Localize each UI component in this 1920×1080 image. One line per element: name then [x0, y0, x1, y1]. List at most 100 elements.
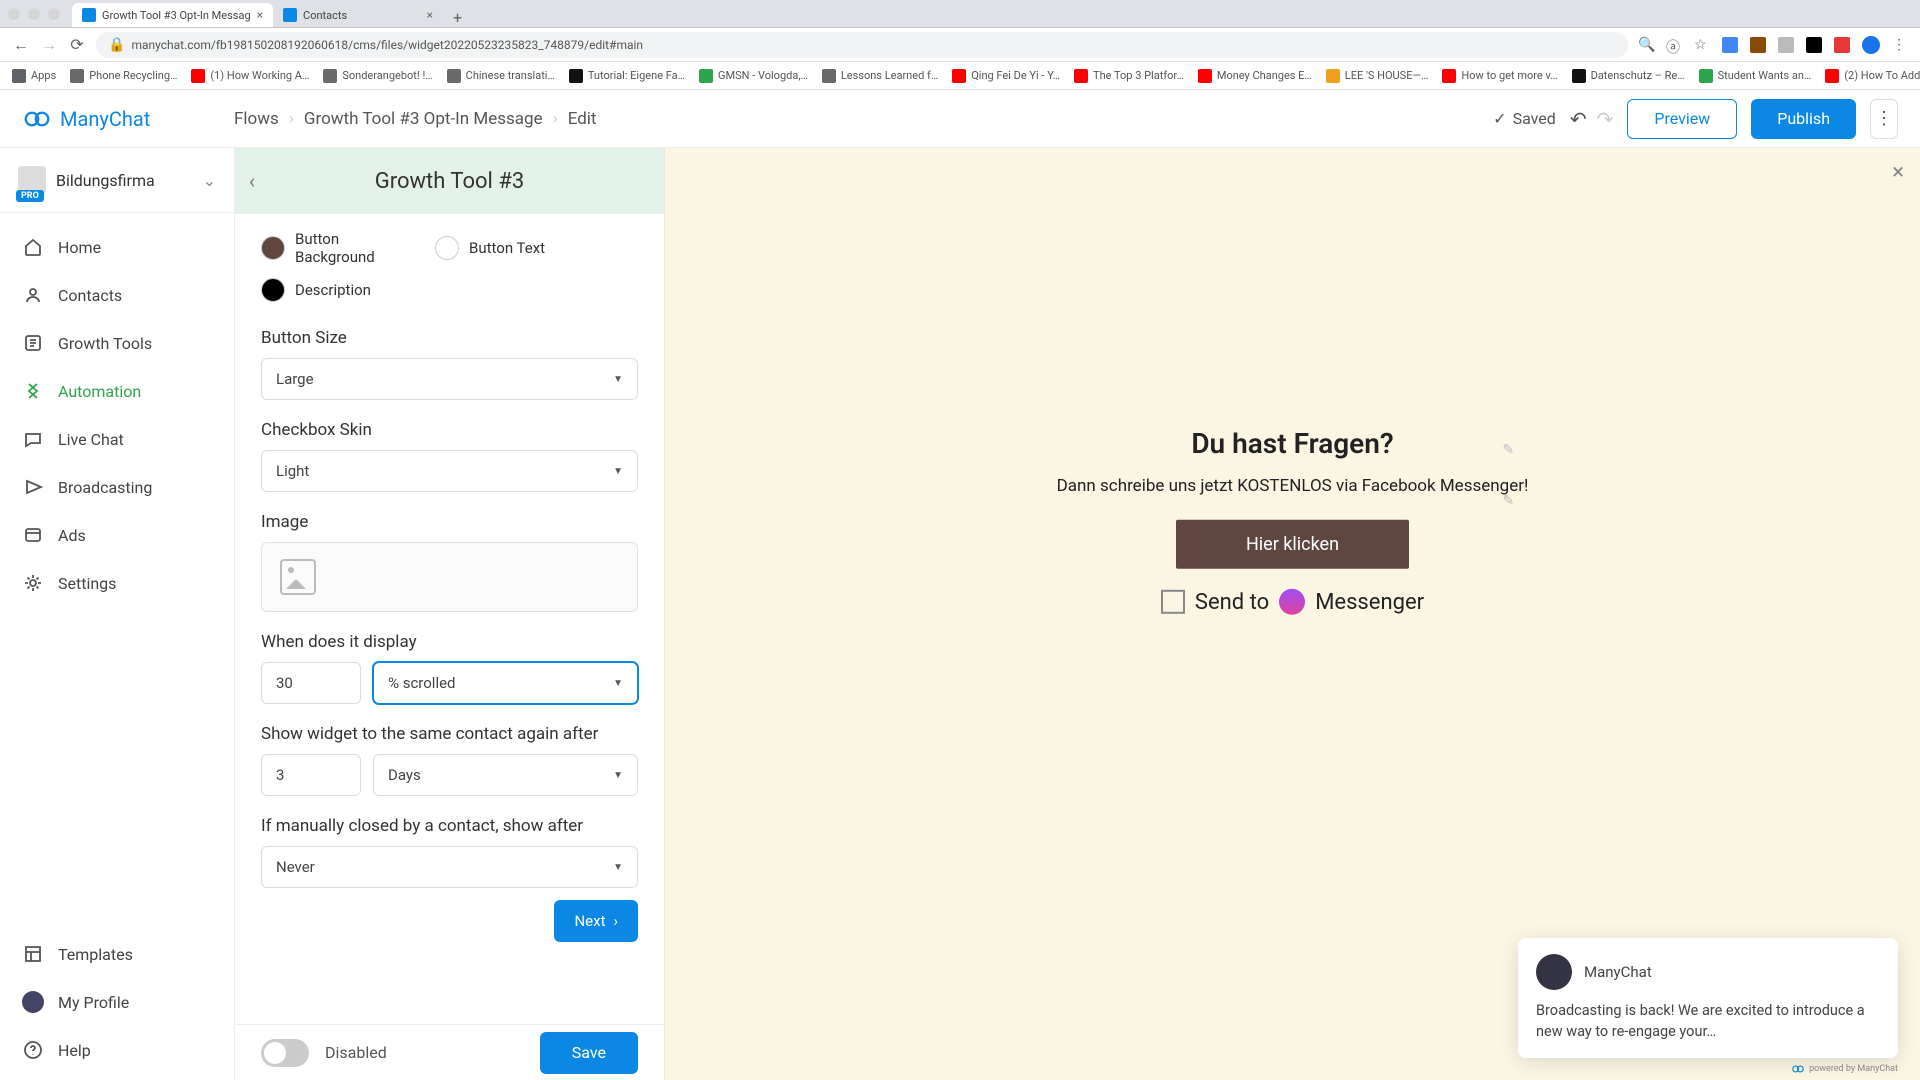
widget-cta-button[interactable]: Hier klicken: [1176, 520, 1409, 569]
breadcrumb-tool[interactable]: Growth Tool #3 Opt-In Message: [304, 109, 543, 129]
extension-icon[interactable]: [1806, 37, 1822, 53]
check-icon: ✓: [1493, 109, 1506, 128]
checkbox-icon[interactable]: [1161, 590, 1185, 614]
button-size-select[interactable]: Large: [261, 358, 638, 400]
bookmark-item[interactable]: Datenschutz – Re…: [1572, 69, 1685, 83]
window-close[interactable]: [8, 8, 20, 20]
next-button[interactable]: Next ›: [554, 900, 638, 942]
bookmark-star-icon[interactable]: ☆: [1694, 37, 1710, 53]
help-icon: [22, 1039, 44, 1061]
sidebar-item-templates[interactable]: Templates: [0, 930, 234, 978]
image-upload[interactable]: [261, 542, 638, 612]
manual-close-label: If manually closed by a contact, show af…: [261, 816, 638, 836]
sidebar-item-live-chat[interactable]: Live Chat: [0, 415, 234, 463]
bookmark-item[interactable]: Chinese translati…: [447, 69, 555, 83]
lock-icon: 🔒: [108, 37, 125, 53]
enabled-toggle[interactable]: [261, 1039, 309, 1067]
menu-kebab-icon[interactable]: ⋮: [1892, 37, 1908, 53]
bookmark-item[interactable]: Phone Recycling…: [70, 69, 177, 83]
apps-grid-icon: [12, 69, 26, 83]
sidebar-item-home[interactable]: Home: [0, 223, 234, 271]
translate-icon[interactable]: ⓐ: [1666, 37, 1682, 53]
undo-icon[interactable]: ↶: [1570, 107, 1587, 131]
save-button[interactable]: Save: [540, 1032, 638, 1074]
back-arrow-icon[interactable]: ‹: [249, 169, 255, 193]
avatar-icon: [22, 991, 44, 1013]
sidebar-item-broadcasting[interactable]: Broadcasting: [0, 463, 234, 511]
nav-back-icon[interactable]: ←: [12, 36, 30, 54]
bookmark-item[interactable]: Sonderangebot! !…: [323, 69, 432, 83]
bookmark-item[interactable]: The Top 3 Platfor…: [1074, 69, 1184, 83]
bookmark-item[interactable]: Tutorial: Eigene Fa…: [569, 69, 685, 83]
bookmark-item[interactable]: LEE 'S HOUSE—…: [1326, 69, 1429, 83]
settings-panel: ‹ Growth Tool #3 Button Background Butto…: [235, 148, 665, 1080]
breadcrumb-edit[interactable]: Edit: [568, 109, 597, 129]
panel-header: ‹ Growth Tool #3: [235, 148, 664, 214]
color-description[interactable]: Description: [261, 272, 638, 308]
breadcrumb-flows[interactable]: Flows: [234, 109, 279, 129]
favicon-icon: [1198, 69, 1212, 83]
favicon-icon: [1326, 69, 1340, 83]
color-button-text[interactable]: Button Text: [435, 224, 545, 272]
org-switcher[interactable]: PRO Bildungsfirma ⌄: [0, 148, 234, 213]
publish-button[interactable]: Publish: [1751, 99, 1856, 139]
notification-card[interactable]: ManyChat Broadcasting is back! We are ex…: [1518, 938, 1898, 1058]
sidebar: PRO Bildungsfirma ⌄ Home Contacts Growth…: [0, 148, 235, 1080]
sidebar-item-help[interactable]: Help: [0, 1026, 234, 1074]
nav-forward-icon[interactable]: →: [40, 36, 58, 54]
sidebar-item-settings[interactable]: Settings: [0, 559, 234, 607]
color-button-background[interactable]: Button Background: [261, 224, 405, 272]
new-tab-button[interactable]: +: [443, 8, 472, 27]
sidebar-item-contacts[interactable]: Contacts: [0, 271, 234, 319]
manual-close-select[interactable]: Never: [261, 846, 638, 888]
sidebar-item-profile[interactable]: My Profile: [0, 978, 234, 1026]
favicon-icon: [569, 69, 583, 83]
extension-icon[interactable]: [1722, 37, 1738, 53]
url-text: manychat.com/fb198150208192060618/cms/fi…: [131, 38, 643, 52]
widget-headline[interactable]: Du hast Fragen?: [1033, 427, 1553, 460]
tab-close-icon[interactable]: ×: [257, 8, 263, 22]
window-minimize[interactable]: [28, 8, 40, 20]
bookmark-item[interactable]: (1) How Working A…: [191, 69, 309, 83]
favicon-icon: [70, 69, 84, 83]
bookmark-item[interactable]: GMSN - Vologda,…: [699, 69, 808, 83]
tab-close-icon[interactable]: ×: [427, 8, 433, 22]
bookmark-item[interactable]: Student Wants an…: [1699, 69, 1812, 83]
close-preview-icon[interactable]: ×: [1892, 160, 1904, 185]
display-unit-select[interactable]: % scrolled: [373, 662, 638, 704]
display-trigger-label: When does it display: [261, 632, 638, 652]
show-again-unit-select[interactable]: Days: [373, 754, 638, 796]
favicon-icon: [952, 69, 966, 83]
window-maximize[interactable]: [48, 8, 60, 20]
bookmark-apps[interactable]: Apps: [12, 69, 56, 83]
extension-icon[interactable]: [1834, 37, 1850, 53]
zoom-icon[interactable]: 🔍: [1638, 37, 1654, 53]
sidebar-item-automation[interactable]: Automation: [0, 367, 234, 415]
display-amount-input[interactable]: [261, 662, 361, 704]
more-options-button[interactable]: ⋮: [1870, 99, 1898, 139]
logo[interactable]: ManyChat: [22, 104, 234, 134]
address-bar[interactable]: 🔒 manychat.com/fb198150208192060618/cms/…: [96, 32, 1628, 58]
redo-icon[interactable]: ↷: [1597, 107, 1614, 131]
browser-tab-active[interactable]: Growth Tool #3 Opt-In Messag ×: [72, 3, 273, 27]
extension-icon[interactable]: [1750, 37, 1766, 53]
bookmark-item[interactable]: Qing Fei De Yi - Y…: [952, 69, 1060, 83]
bookmark-item[interactable]: (2) How To Add A…: [1825, 69, 1920, 83]
avatar-icon[interactable]: [1862, 36, 1880, 54]
browser-tab-inactive[interactable]: Contacts ×: [273, 3, 443, 27]
send-to-messenger-row[interactable]: Send to Messenger: [1033, 589, 1553, 615]
manychat-logo-icon: [1791, 1062, 1805, 1076]
bookmark-item[interactable]: How to get more v…: [1442, 69, 1557, 83]
widget-subtext[interactable]: Dann schreibe uns jetzt KOSTENLOS via Fa…: [1033, 476, 1553, 496]
chevron-down-icon: ⌄: [203, 171, 216, 190]
extension-icon[interactable]: [1778, 37, 1794, 53]
checkbox-skin-select[interactable]: Light: [261, 450, 638, 492]
color-swatch-icon: [261, 236, 285, 260]
bookmark-item[interactable]: Money Changes E…: [1198, 69, 1312, 83]
show-again-amount-input[interactable]: [261, 754, 361, 796]
nav-reload-icon[interactable]: ⟳: [68, 36, 86, 54]
sidebar-item-ads[interactable]: Ads: [0, 511, 234, 559]
bookmark-item[interactable]: Lessons Learned f…: [822, 69, 938, 83]
sidebar-item-growth-tools[interactable]: Growth Tools: [0, 319, 234, 367]
preview-button[interactable]: Preview: [1627, 99, 1737, 139]
